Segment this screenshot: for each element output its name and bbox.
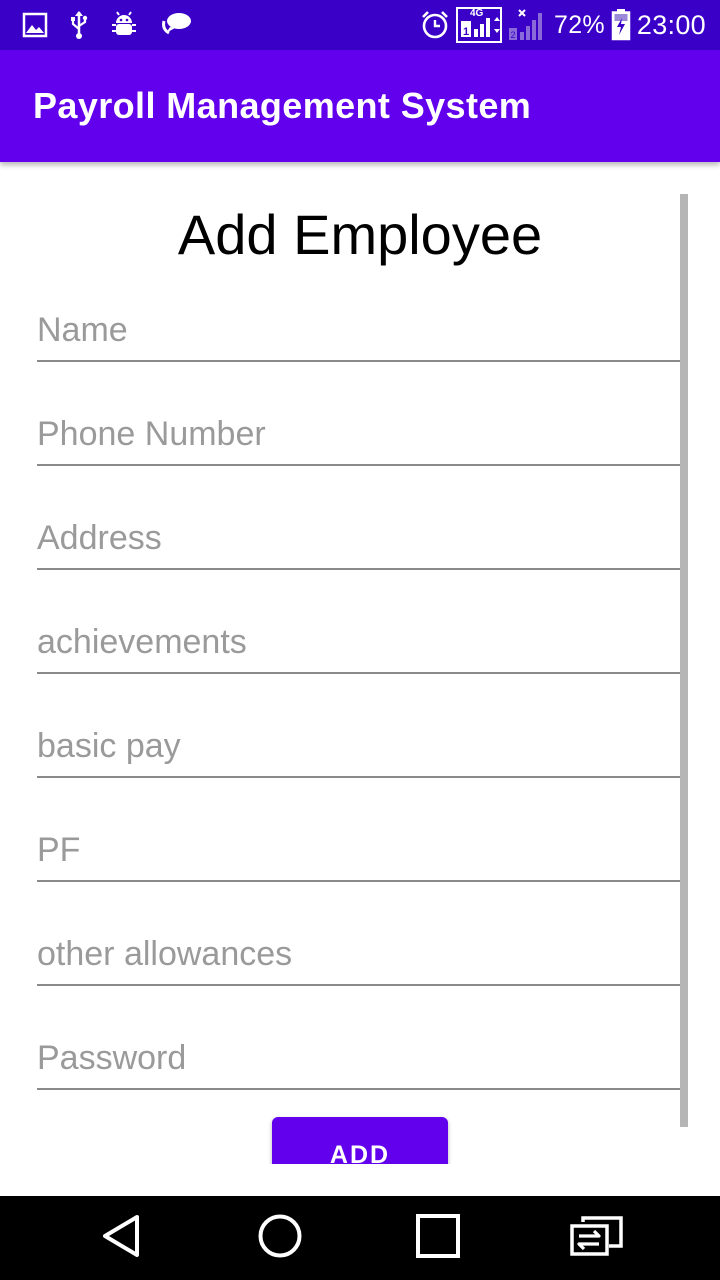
name-field[interactable] [37,292,680,362]
scrollbar[interactable] [680,194,688,1127]
svg-text:2: 2 [510,30,515,40]
svg-text:1: 1 [463,26,469,38]
basic-pay-input[interactable] [37,727,680,766]
signal-4g-sim1-icon: 1 4G [455,7,502,43]
android-debug-icon [110,11,138,39]
back-button[interactable] [71,1196,171,1280]
clock: 23:00 [636,9,706,40]
app-bar: Payroll Management System [0,50,720,162]
name-input[interactable] [37,311,680,350]
recents-icon [415,1213,461,1264]
switch-sim-button[interactable] [547,1196,647,1280]
achievements-input[interactable] [37,623,680,662]
address-input[interactable] [37,519,680,558]
screen: 1 4G 2 72% 23:00 Payroll Management Syst… [0,0,720,1280]
app-title: Payroll Management System [33,85,532,126]
image-icon [22,12,48,38]
add-employee-form[interactable]: Add Employee ADD [0,162,720,1164]
other-allowances-field[interactable] [37,916,680,986]
achievements-field[interactable] [37,604,680,674]
other-allowances-input[interactable] [37,935,680,974]
switch-sim-icon [569,1215,625,1261]
pf-input[interactable] [37,831,680,870]
signal-sim2-icon: 2 [508,8,548,42]
status-bar-system: 1 4G 2 72% 23:00 [414,7,706,43]
pf-field[interactable] [37,812,680,882]
password-field[interactable] [37,1020,680,1090]
chat-bubble-icon [160,11,192,39]
address-field[interactable] [37,500,680,570]
page-title: Add Employee [177,203,543,266]
network-type-label: 4G [469,8,484,19]
status-bar-notifications [22,11,214,39]
alarm-icon [420,10,450,40]
usb-icon [70,11,88,39]
add-button[interactable]: ADD [272,1117,448,1164]
basic-pay-field[interactable] [37,708,680,778]
phone-number-field[interactable] [37,396,680,466]
recents-button[interactable] [388,1196,488,1280]
navigation-bar [0,1196,720,1280]
phone-number-input[interactable] [37,415,680,454]
status-bar: 1 4G 2 72% 23:00 [0,0,720,50]
home-icon [257,1213,303,1264]
battery-percent: 72% [553,10,605,39]
back-icon [100,1213,142,1264]
battery-icon [611,9,631,41]
password-input[interactable] [37,1039,680,1078]
home-button[interactable] [230,1196,330,1280]
